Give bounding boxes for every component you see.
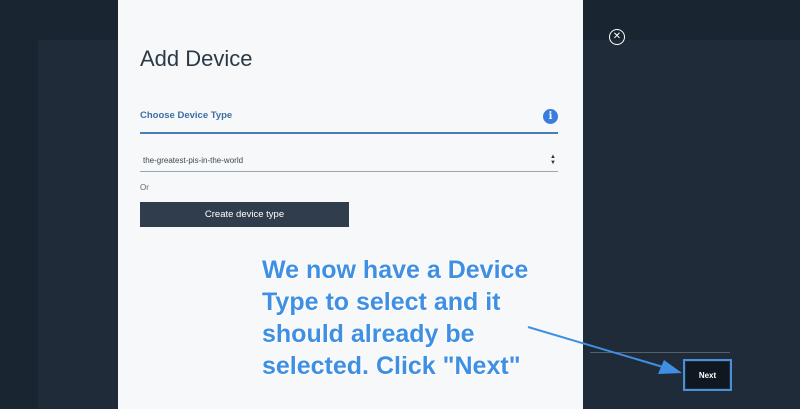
annotation-arrow-icon: [527, 326, 682, 374]
